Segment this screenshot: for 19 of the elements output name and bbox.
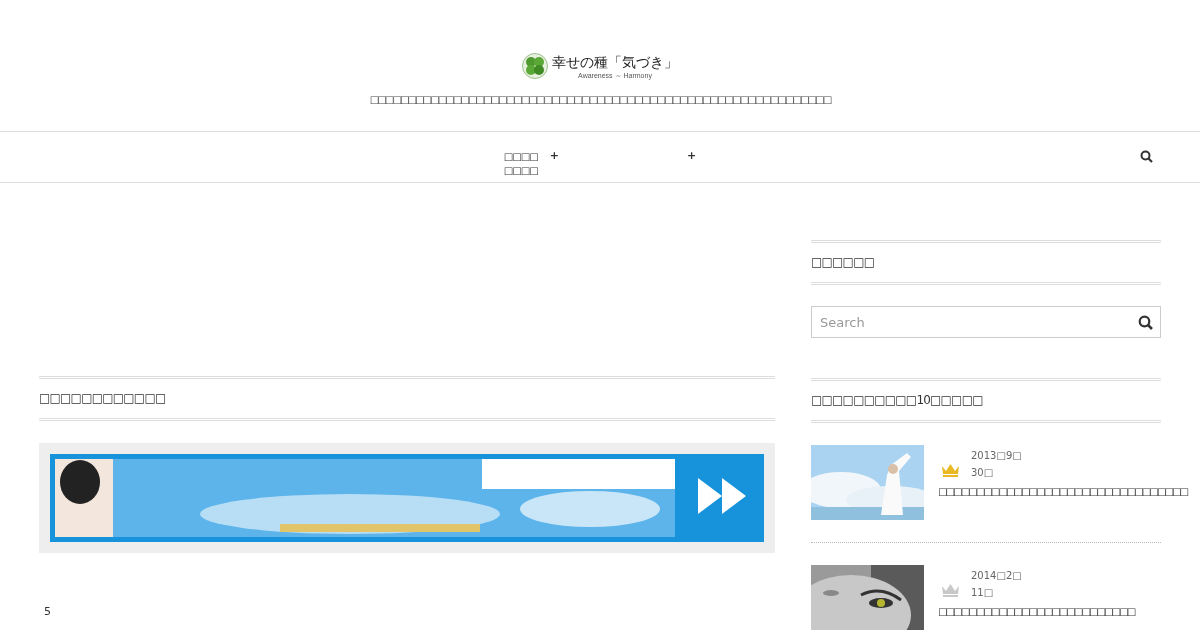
nav-menu-item[interactable]: +: [687, 132, 697, 182]
clover-logo-icon: [522, 52, 548, 80]
banner-frame[interactable]: [39, 443, 775, 553]
post-date: 2014□2□: [971, 569, 1022, 582]
nav-menu-item[interactable]: □□□□ □□□□ +: [503, 132, 559, 182]
widget-title: □□□□□□: [811, 240, 1161, 285]
post-date: 11□: [971, 586, 995, 599]
search-field[interactable]: Search: [811, 306, 1161, 338]
post-date: 30□: [971, 466, 995, 479]
section-title: □□□□□□□□□□□□: [39, 376, 775, 421]
site-title[interactable]: 幸せの種「気づき」: [552, 52, 678, 71]
widget-title: □□□□□□□□□□10□□□□□: [811, 378, 1161, 423]
post-title-link[interactable]: □□□□□□□□□□□□□□□□□□□□□□□□□□: [938, 604, 1135, 619]
search-icon[interactable]: [1140, 150, 1153, 163]
post-title-link[interactable]: □□□□□□□□□□□□□□□□□□□□□□□□□□□□□□□□□: [938, 484, 1188, 499]
post-date: 2013□9□: [971, 449, 1022, 462]
page-number[interactable]: 5: [44, 605, 775, 618]
search-icon[interactable]: [1138, 315, 1153, 330]
site-tagline: □□□□□□□□□□□□□□□□□□□□□□□□□□□□□□□□□□□□□□□□□□□□□□□□□□□□□□□□□□□□□: [369, 94, 831, 105]
